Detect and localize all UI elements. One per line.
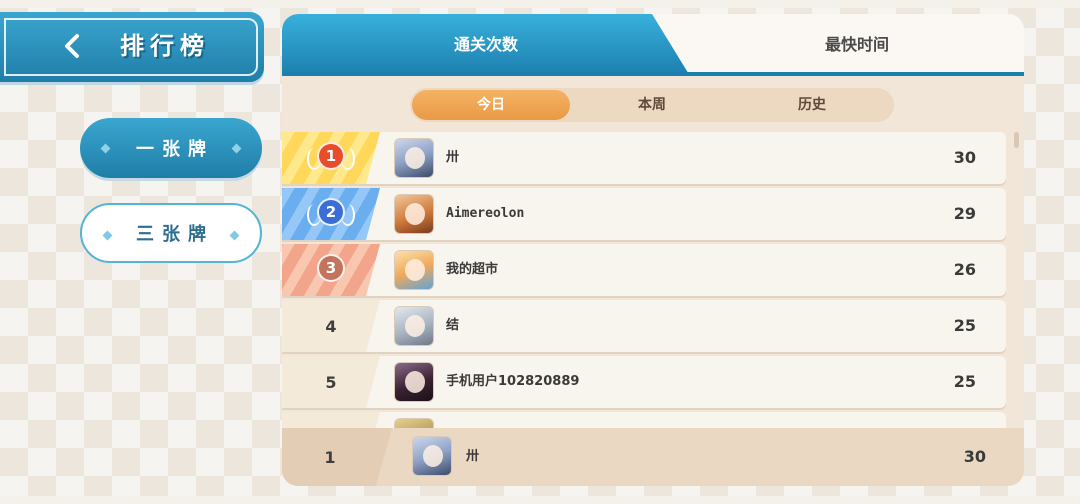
avatar: [394, 250, 434, 290]
rank-number: 2: [317, 198, 345, 226]
mode-one-card-button[interactable]: 一张牌: [80, 118, 262, 178]
tab-clear-count[interactable]: 通关次数: [282, 14, 690, 76]
avatar: [394, 194, 434, 234]
rank-cell: 3: [282, 244, 380, 296]
leaderboard-row[interactable]: [282, 412, 1006, 428]
rank-cell: 5: [282, 356, 380, 408]
period-selector: 今日 本周 历史: [410, 88, 894, 122]
mode-label: 一张牌: [136, 139, 214, 160]
my-rank-number: 1: [282, 428, 392, 486]
my-avatar: [412, 436, 452, 476]
avatar: [394, 418, 434, 428]
tab-bar: 通关次数 最快时间: [282, 14, 1024, 76]
diamond-icon: [231, 143, 242, 154]
page-title: 排行榜: [120, 32, 210, 60]
leaderboard-panel: 通关次数 最快时间 今日 本周 历史 1 卅 30 2 Aimereolon 2…: [282, 14, 1024, 486]
rank-number: 3: [317, 254, 345, 282]
back-button[interactable]: [56, 28, 90, 64]
list-scrollbar[interactable]: [1014, 132, 1019, 148]
player-score: 25: [953, 372, 976, 391]
rank-cell: 4: [282, 300, 380, 352]
player-name: 我的超市: [446, 262, 499, 277]
player-name: Aimereolon: [446, 206, 525, 221]
bottom-edge: [0, 496, 1080, 504]
leaderboard-row[interactable]: 2 Aimereolon 29: [282, 188, 1006, 240]
rank-cell: 1: [282, 132, 380, 184]
rank-cell: 2: [282, 188, 380, 240]
player-score: 29: [953, 204, 976, 223]
bronze-medal-icon: 3: [303, 250, 359, 290]
player-score: 25: [953, 316, 976, 335]
period-history-button[interactable]: 历史: [732, 88, 892, 122]
player-score: 26: [953, 260, 976, 279]
chevron-left-icon: [65, 34, 79, 58]
player-name: 结: [446, 318, 460, 333]
top-edge: [0, 0, 1080, 8]
gold-medal-icon: 1: [303, 138, 359, 178]
leaderboard-row[interactable]: 5 手机用户102820889 25: [282, 356, 1006, 408]
rank-number: 5: [325, 372, 337, 392]
player-name: 手机用户102820889: [446, 374, 580, 389]
my-player-name: 卅: [466, 449, 480, 464]
rank-cell: [282, 412, 380, 428]
silver-medal-icon: 2: [303, 194, 359, 234]
leaderboard-row[interactable]: 3 我的超市 26: [282, 244, 1006, 296]
leaderboard-row[interactable]: 1 卅 30: [282, 132, 1006, 184]
player-score: 30: [953, 148, 976, 167]
period-today-button[interactable]: 今日: [412, 90, 570, 120]
period-week-button[interactable]: 本周: [572, 88, 732, 122]
player-name: 卅: [446, 150, 460, 165]
mode-label: 三张牌: [136, 224, 214, 245]
my-player-score: 30: [963, 447, 986, 466]
diamond-icon: [229, 230, 240, 241]
rank-number: 4: [325, 316, 337, 336]
diamond-icon: [102, 230, 113, 241]
rank-number: 1: [317, 142, 345, 170]
diamond-icon: [100, 143, 111, 154]
tab-fastest-time[interactable]: 最快时间: [690, 14, 1024, 76]
avatar: [394, 362, 434, 402]
my-rank-row: 1 卅 30: [282, 428, 1024, 486]
leaderboard-list[interactable]: 1 卅 30 2 Aimereolon 29 3 我的超市 26 4 结 25 …: [282, 132, 1024, 428]
tab-underline: [282, 72, 1024, 76]
avatar: [394, 138, 434, 178]
mode-three-card-button[interactable]: 三张牌: [80, 203, 262, 263]
avatar: [394, 306, 434, 346]
leaderboard-row[interactable]: 4 结 25: [282, 300, 1006, 352]
